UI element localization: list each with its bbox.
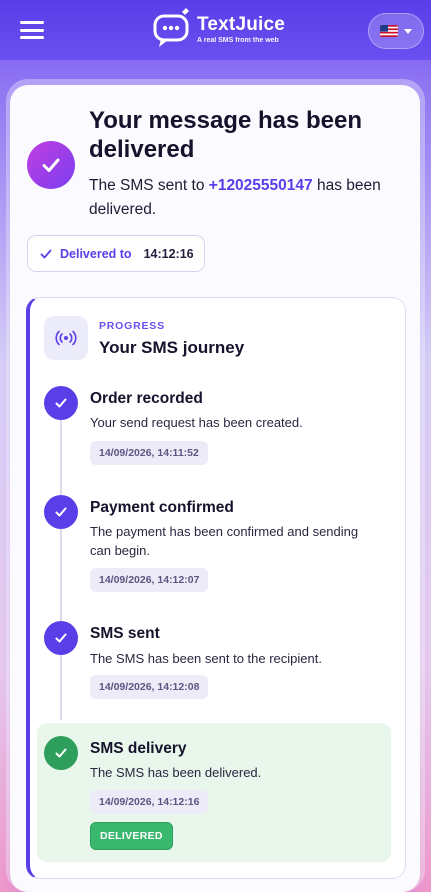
language-selector[interactable] (368, 13, 424, 49)
check-icon (40, 249, 52, 258)
step-timestamp: 14/09/2026, 14:12:16 (90, 790, 209, 814)
app-header: TextJuice A real SMS from the web (0, 0, 431, 60)
step-title: SMS sent (90, 625, 160, 642)
check-circle-icon (27, 141, 75, 189)
step-check-icon (44, 495, 78, 529)
delivered-chip-time: 14:12:16 (143, 246, 194, 261)
step-description: Your send request has been created. (90, 415, 303, 430)
step-check-icon (44, 621, 78, 655)
step-timestamp: 14/09/2026, 14:12:08 (90, 675, 209, 699)
us-flag-icon (380, 25, 398, 37)
delivered-status-badge: DELIVERED (90, 822, 173, 850)
step-timestamp: 14/09/2026, 14:12:07 (90, 568, 209, 592)
broadcast-signal-icon (44, 316, 88, 360)
step-title: Payment confirmed (90, 499, 234, 516)
step-description: The payment has been confirmed and sendi… (90, 524, 359, 558)
brand-logo-link[interactable]: TextJuice A real SMS from the web (153, 8, 285, 50)
status-message: The SMS sent to +12025550147 has been de… (89, 174, 409, 222)
delivered-chip-label: Delivered to (60, 246, 132, 261)
page-title: Your message has been delivered (89, 107, 362, 163)
step-check-icon (44, 736, 78, 770)
delivered-time-chip: Delivered to 14:12:16 (27, 235, 205, 272)
step-description: The SMS has been sent to the recipient. (90, 651, 322, 666)
brand-name: TextJuice (197, 13, 286, 35)
status-message-prefix: The SMS sent to (89, 177, 205, 194)
step-title: SMS delivery (90, 740, 187, 757)
step-check-icon (44, 386, 78, 420)
chevron-down-icon (404, 28, 412, 34)
progress-eyebrow: PROGRESS (99, 320, 165, 332)
hamburger-menu-icon[interactable] (20, 21, 44, 39)
recipient-phone: +12025550147 (208, 177, 313, 194)
step-title: Order recorded (90, 390, 203, 407)
brand-tagline: A real SMS from the web (197, 36, 279, 44)
timeline-rail (60, 402, 62, 720)
progress-title: Your SMS journey (99, 338, 245, 357)
step-timestamp: 14/09/2026, 14:11:52 (90, 441, 208, 465)
step-description: The SMS has been delivered. (90, 765, 262, 780)
chat-bubble-logo-icon (153, 8, 189, 47)
